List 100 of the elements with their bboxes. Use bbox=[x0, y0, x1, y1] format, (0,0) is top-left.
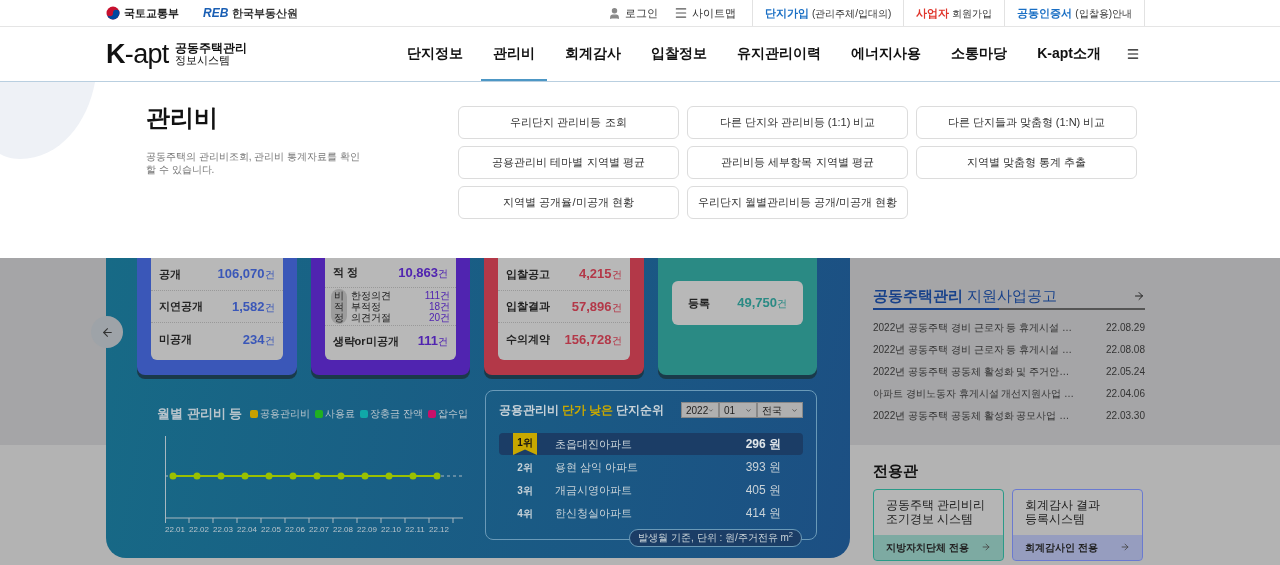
filter-select[interactable]: 01 bbox=[719, 402, 757, 418]
legend-label: 공용관리비 bbox=[260, 407, 311, 422]
unit-note: 발생월 기준, 단위 : 원/주거전유 m$^{2}$ bbox=[629, 529, 802, 547]
submenu-link[interactable]: 지역별 공개율/미공개 현황 bbox=[458, 186, 679, 219]
menu-description: 공동주택의 관리비조회, 관리비 통계자료를 확인 할 수 있습니다. bbox=[146, 150, 361, 176]
sitemap-link[interactable]: 사이트맵 bbox=[673, 4, 736, 22]
data-point bbox=[361, 472, 369, 479]
filter-select[interactable]: 전국 bbox=[757, 402, 803, 418]
axis-label: 22.12 bbox=[428, 523, 450, 536]
login-link[interactable]: 로그인 bbox=[607, 4, 658, 22]
nav-tab[interactable]: 회계감사 bbox=[553, 27, 634, 81]
legend-label: 잡수입 bbox=[438, 407, 468, 422]
unit-price: 414 원 bbox=[745, 505, 781, 522]
data-point bbox=[313, 472, 321, 479]
agency-logo[interactable]: REB bbox=[203, 4, 229, 22]
stat-value: 234건 bbox=[242, 330, 275, 349]
axis-label: 22.11 bbox=[404, 523, 426, 536]
stat-label: 적 정 bbox=[332, 265, 358, 281]
ranking-title: 공용관리비 bbox=[499, 402, 559, 419]
notice-item[interactable]: 2022년 공동주택 공동체 활성화 및 주거안… 22.05.24 bbox=[873, 360, 1145, 382]
nav-tab[interactable]: 유지관리이력 bbox=[725, 27, 834, 81]
nav-tab[interactable]: 입찰정보 bbox=[639, 27, 720, 81]
submenu-link[interactable]: 지역별 맞춤형 통계 추출 bbox=[916, 146, 1137, 179]
unit-price: 296 원 bbox=[745, 436, 781, 453]
legend-label: 장충금 잔액 bbox=[370, 407, 423, 422]
notice-item[interactable]: 2022년 공동주택 공동체 활성화 공모사업 … 22.03.30 bbox=[873, 404, 1145, 426]
nav-tab[interactable]: 단지정보 bbox=[395, 27, 476, 81]
stat-value: 111건 bbox=[424, 290, 450, 302]
menu-icon bbox=[1126, 47, 1140, 61]
emblem-icon bbox=[106, 6, 120, 20]
arrow-right-icon bbox=[1120, 542, 1130, 552]
data-point bbox=[337, 472, 345, 479]
stat-label: 생략or미공개 bbox=[332, 333, 399, 349]
arrow-right-icon bbox=[1133, 290, 1145, 302]
service-card[interactable]: 회계감사 결과 등록시스템 회계감사인 전용 bbox=[1012, 488, 1143, 561]
axis-label: 22.05 bbox=[260, 523, 282, 536]
rank-label: 2위 bbox=[516, 460, 534, 475]
axis-label: 22.04 bbox=[236, 523, 258, 536]
complex-name: 개금시영아파트 bbox=[555, 482, 632, 498]
chevron-icon bbox=[791, 406, 798, 414]
data-point bbox=[289, 472, 297, 479]
ranking-title: 단지순위 bbox=[616, 402, 665, 419]
previous-button[interactable] bbox=[91, 316, 123, 348]
signup-link[interactable]: 사업자 회원가입 bbox=[903, 0, 1005, 26]
data-point bbox=[217, 472, 225, 479]
stat-label: 의견거절 bbox=[350, 312, 391, 324]
arrow-right-icon bbox=[981, 542, 991, 552]
group-label: 비적정 bbox=[330, 289, 347, 325]
axis-label: 22.08 bbox=[332, 523, 354, 536]
chevron-icon bbox=[745, 406, 752, 414]
stat-label: 입찰공고 bbox=[506, 266, 550, 282]
stat-value: 57,896건 bbox=[571, 297, 622, 316]
unit-price: 405 원 bbox=[745, 482, 781, 499]
logo-subtitle: 정보시스템 bbox=[174, 54, 231, 66]
stat-label: 한정의견 bbox=[350, 290, 391, 302]
data-point bbox=[241, 472, 249, 479]
submenu-link[interactable]: 우리단지 월별관리비등 공개/미공개 현황 bbox=[687, 186, 908, 219]
axis-label: 22.09 bbox=[356, 523, 378, 536]
submenu-link[interactable]: 관리비등 세부항목 지역별 평균 bbox=[687, 146, 908, 179]
stat-label: 등록 bbox=[687, 295, 710, 311]
notice-item[interactable]: 2022년 공동주택 경비 근로자 등 휴게시설 … 22.08.08 bbox=[873, 338, 1145, 360]
ranking-row[interactable]: 2위 용현 삼익 아파트 393 원 bbox=[499, 456, 803, 478]
user-icon bbox=[607, 6, 621, 20]
ranking-row[interactable]: 3위 개금시영아파트 405 원 bbox=[499, 479, 803, 501]
submenu-link[interactable]: 다른 단지와 관리비등 (1:1) 비교 bbox=[687, 106, 908, 139]
legend-label: 사용료 bbox=[325, 407, 356, 422]
notice-title: 공동주택관리 지원사업공고 bbox=[873, 285, 1058, 306]
ranking-row[interactable]: 1위 초읍대진아파트 296 원 bbox=[499, 433, 803, 455]
filter-select[interactable]: 2022 bbox=[681, 402, 719, 418]
axis-label: 22.01 bbox=[164, 523, 186, 536]
axis-label: 22.06 bbox=[284, 523, 306, 536]
data-point bbox=[409, 472, 417, 479]
menu-icon bbox=[673, 6, 688, 20]
nav-tab[interactable]: 소통마당 bbox=[939, 27, 1020, 81]
stat-value: 49,750건 bbox=[737, 294, 787, 313]
rank-label: 4위 bbox=[516, 506, 534, 521]
ministry-name[interactable]: 국토교통부 bbox=[124, 4, 179, 22]
signup-link[interactable]: 단지가입 (관리주체/입대의) bbox=[751, 0, 904, 26]
complex-name: 초읍대진아파트 bbox=[555, 436, 632, 452]
nav-tab[interactable]: K-apt소개 bbox=[1025, 27, 1113, 81]
signup-link[interactable]: 공동인증서 (입찰용)안내 bbox=[1004, 0, 1145, 26]
logo-mark[interactable]: K-apt bbox=[106, 40, 169, 68]
section-title: 전용관 bbox=[873, 461, 919, 481]
notice-item[interactable]: 2022년 공동주택 경비 근로자 등 휴게시설 … 22.08.29 bbox=[873, 316, 1145, 338]
ranking-row[interactable]: 4위 한신청실아파트 414 원 bbox=[499, 502, 803, 524]
chevron-icon bbox=[708, 406, 714, 414]
stat-value: 10,863건 bbox=[398, 263, 448, 282]
notice-item[interactable]: 아파트 경비노동자 휴게시설 개선지원사업 … 22.04.06 bbox=[873, 382, 1145, 404]
submenu-link[interactable]: 우리단지 관리비등 조회 bbox=[458, 106, 679, 139]
arrow-left-icon bbox=[100, 325, 114, 339]
data-point bbox=[265, 472, 273, 479]
nav-tab[interactable]: 에너지사용 bbox=[839, 27, 934, 81]
agency-name[interactable]: 한국부동산원 bbox=[232, 4, 299, 22]
service-card[interactable]: 공동주택 관리비리 조기경보 시스템 지방자치단체 전용 bbox=[873, 488, 1004, 561]
ranking-title: 단가 낮은 bbox=[562, 402, 614, 419]
chart-title: 월별 관리비 등 bbox=[157, 405, 243, 423]
nav-tab[interactable]: 관리비 bbox=[481, 27, 548, 81]
submenu-link[interactable]: 다른 단지들과 맞춤형 (1:N) 비교 bbox=[916, 106, 1137, 139]
submenu-link[interactable]: 공용관리비 테마별 지역별 평균 bbox=[458, 146, 679, 179]
stat-label: 미공개 bbox=[159, 332, 192, 348]
